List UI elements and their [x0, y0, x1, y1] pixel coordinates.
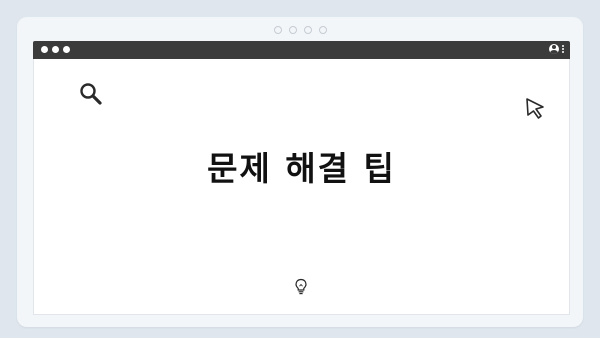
browser-content: 문제 해결 팁 [33, 59, 570, 315]
cursor-icon [526, 98, 544, 119]
page-dot[interactable] [318, 26, 327, 34]
browser-title-bar [33, 41, 570, 59]
window-dot[interactable] [63, 46, 70, 53]
page-title: 문제 해결 팁 [207, 149, 396, 188]
page-dot[interactable] [273, 26, 282, 34]
window-dot[interactable] [52, 46, 59, 53]
kebab-menu-icon[interactable] [562, 45, 564, 53]
window-dot[interactable] [41, 46, 48, 53]
page-dot[interactable] [303, 26, 312, 34]
window-actions [549, 44, 564, 54]
lightbulb-icon [295, 278, 307, 295]
pagination-dots [0, 26, 600, 34]
page-dot[interactable] [288, 26, 297, 34]
user-icon[interactable] [549, 44, 559, 54]
window-controls [41, 46, 70, 53]
search-icon [80, 83, 102, 105]
